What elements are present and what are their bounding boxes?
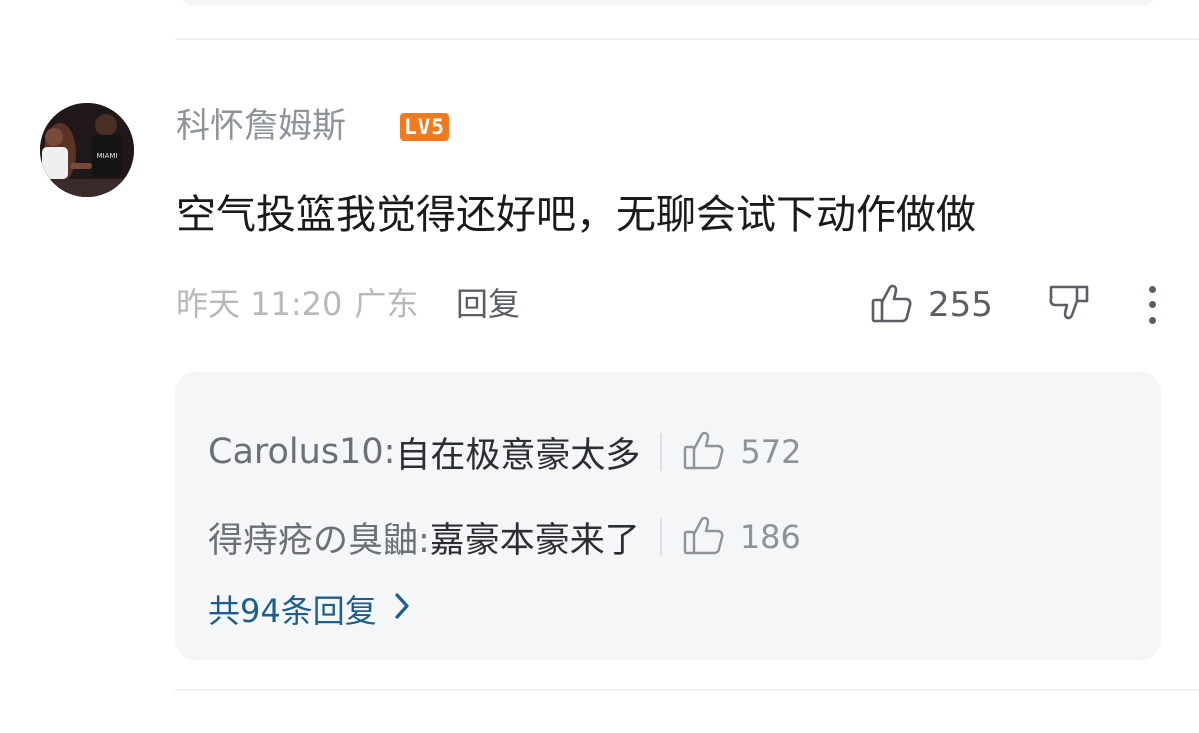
divider-top <box>175 38 1199 40</box>
reply-author[interactable]: Carolus10: <box>208 432 395 472</box>
chevron-right-icon <box>393 590 411 628</box>
svg-text:MIAMI: MIAMI <box>97 152 118 160</box>
thumbs-up-icon <box>682 513 726 561</box>
total-replies-label: 共94条回复 <box>208 592 377 630</box>
avatar[interactable]: MIAMI <box>40 103 134 197</box>
replies-preview-card[interactable]: Carolus10: 自在极意豪太多 572 得痔疮の臭鼬: 嘉豪本豪来了 18… <box>175 372 1161 660</box>
reply-item[interactable]: 得痔疮の臭鼬: 嘉豪本豪来了 186 <box>208 512 801 562</box>
reply-like-button[interactable]: 186 <box>682 513 801 561</box>
more-vertical-icon <box>1148 282 1156 328</box>
comment-meta: 昨天 11:20 广东 <box>176 282 418 326</box>
like-count: 255 <box>928 285 993 325</box>
more-options-button[interactable] <box>1138 282 1166 328</box>
level-badge: LV5 <box>400 113 449 141</box>
comment-text: 空气投篮我觉得还好吧，无聊会试下动作做做 <box>176 192 976 238</box>
reply-item[interactable]: Carolus10: 自在极意豪太多 572 <box>208 427 801 477</box>
reply-author[interactable]: 得痔疮の臭鼬: <box>208 512 430 563</box>
reply-like-count: 186 <box>739 518 801 556</box>
dislike-button[interactable] <box>1044 280 1094 330</box>
thumbs-up-icon <box>682 428 726 476</box>
reply-like-count: 572 <box>740 433 802 471</box>
thumbs-down-icon <box>1047 281 1091 329</box>
reply-text: 自在极意豪太多 <box>395 435 641 476</box>
divider-bottom <box>175 689 1199 691</box>
previous-card-edge <box>178 0 1158 6</box>
reply-text: 嘉豪本豪来了 <box>429 520 640 561</box>
comment-time: 昨天 11:20 <box>176 285 343 323</box>
comment-location: 广东 <box>354 285 419 323</box>
view-all-replies-link[interactable]: 共94条回复 <box>208 587 411 631</box>
reply-button[interactable]: 回复 <box>456 282 520 326</box>
like-button[interactable]: 255 <box>870 280 993 330</box>
comment-username[interactable]: 科怀詹姆斯 <box>176 104 346 148</box>
thumbs-up-icon <box>870 281 914 329</box>
reply-separator <box>659 518 662 556</box>
reply-separator <box>660 433 663 471</box>
reply-like-button[interactable]: 572 <box>682 428 801 476</box>
